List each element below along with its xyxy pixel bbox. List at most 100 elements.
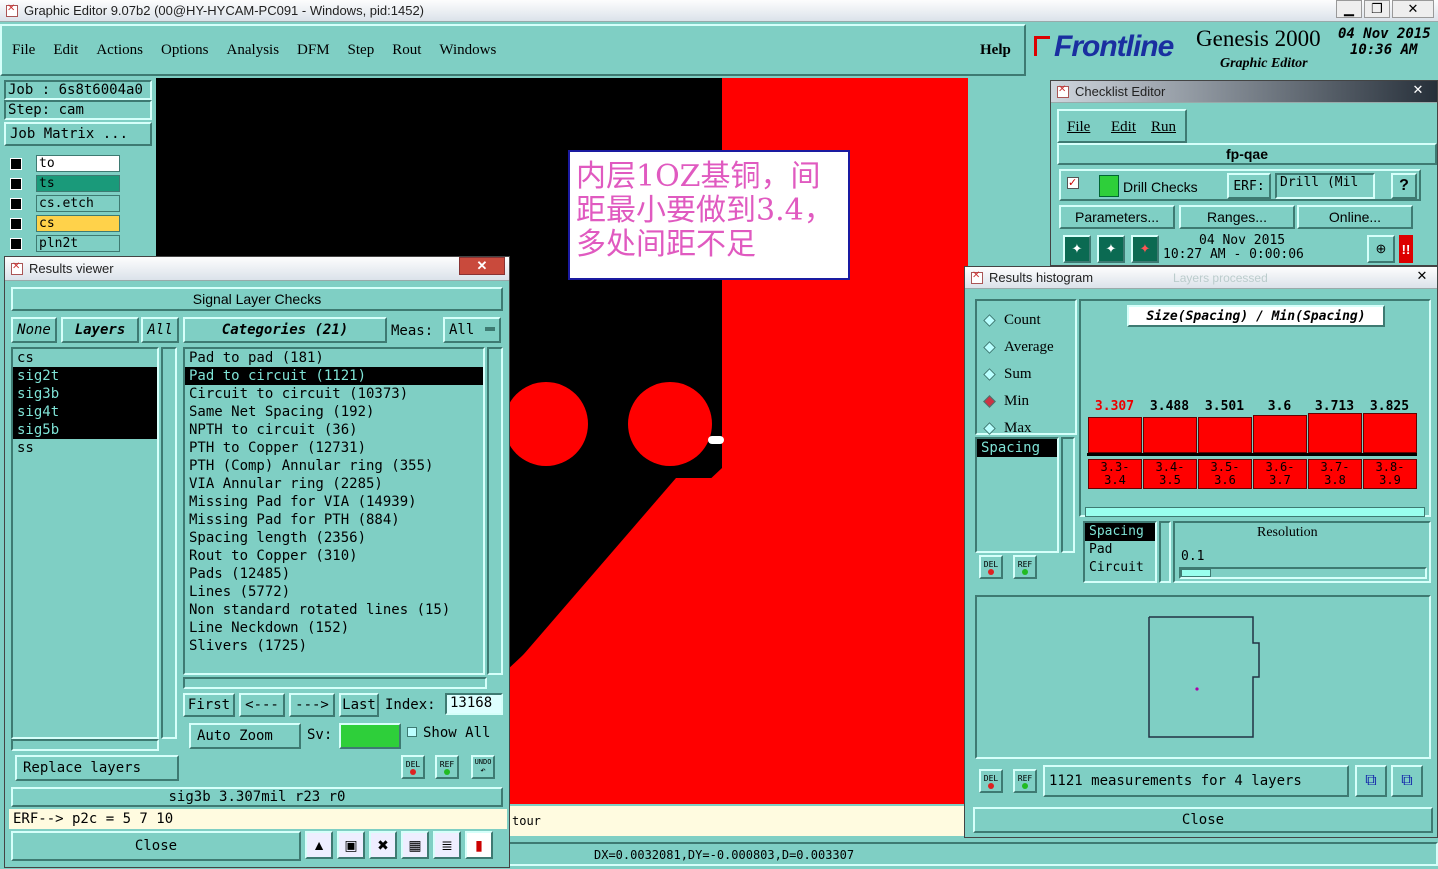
- histogram-bar[interactable]: [1088, 417, 1142, 453]
- next-button[interactable]: --->: [289, 693, 335, 717]
- none-button[interactable]: None: [11, 317, 57, 343]
- layer-row[interactable]: ts: [4, 174, 154, 193]
- category-item[interactable]: Pads (12485): [185, 565, 483, 583]
- layer-row[interactable]: pln2t: [4, 234, 154, 253]
- checklist-menu-edit[interactable]: Edit: [1111, 119, 1147, 135]
- menu-dfm[interactable]: DFM: [297, 42, 330, 59]
- category-item[interactable]: VIA Annular ring (2285): [185, 475, 483, 493]
- category-item[interactable]: Circuit to circuit (10373): [185, 385, 483, 403]
- layer-filter-item[interactable]: cs: [13, 349, 157, 367]
- layer-filter-item[interactable]: ss: [13, 439, 157, 457]
- menu-options[interactable]: Options: [161, 42, 209, 59]
- undo-button[interactable]: UNDO ↶: [471, 755, 495, 779]
- category-list[interactable]: Pad to pad (181) Pad to circuit (1121) Cir…: [183, 347, 485, 675]
- help-icon[interactable]: ?: [1391, 173, 1417, 199]
- meas-dropdown[interactable]: All: [443, 317, 501, 343]
- histogram-close-icon[interactable]: ✕: [1409, 267, 1435, 285]
- layer-filter-list[interactable]: cs sig2t sig3b sig4t sig5b ss: [11, 347, 159, 739]
- check-enabled-icon[interactable]: ✓: [1067, 177, 1079, 189]
- layer-toggle-icon[interactable]: [10, 237, 22, 250]
- resolution-slider[interactable]: [1179, 567, 1427, 579]
- layer-row[interactable]: to: [4, 154, 154, 173]
- online-button[interactable]: Online...: [1297, 205, 1413, 229]
- menu-windows[interactable]: Windows: [439, 42, 496, 59]
- slider-thumb[interactable]: [1181, 569, 1211, 577]
- category-list-scrollbar[interactable]: [487, 347, 503, 675]
- violation-marker[interactable]: [708, 436, 724, 444]
- last-button[interactable]: Last: [339, 693, 379, 717]
- sv-color-dropdown[interactable]: [339, 723, 401, 749]
- menu-rout[interactable]: Rout: [392, 42, 421, 59]
- first-button[interactable]: First: [183, 693, 235, 717]
- run-all-icon[interactable]: ✦: [1097, 235, 1125, 263]
- clear-tool-icon[interactable]: ✖: [369, 831, 397, 859]
- layer-toggle-icon[interactable]: [10, 157, 22, 170]
- ranges-button[interactable]: Ranges...: [1179, 205, 1295, 229]
- measure-item[interactable]: Pad: [1085, 541, 1155, 559]
- category-item[interactable]: Same Net Spacing (192): [185, 403, 483, 421]
- select-tool-icon[interactable]: ▦: [401, 831, 429, 859]
- notes-tool-icon[interactable]: ≣: [433, 831, 461, 859]
- menu-help[interactable]: Help: [980, 42, 1011, 59]
- measure-item[interactable]: Spacing: [1085, 523, 1155, 541]
- layer-filter-item[interactable]: sig5b: [13, 421, 157, 439]
- histogram-bar[interactable]: [1143, 417, 1197, 453]
- erf-value[interactable]: Drill (Mil: [1275, 173, 1375, 199]
- results-viewer-close-icon[interactable]: ✕: [459, 257, 505, 275]
- hist-ref-button[interactable]: REF: [1013, 555, 1037, 579]
- layer-list-hscrollbar[interactable]: [11, 739, 159, 751]
- zoom-icon[interactable]: ⊕: [1367, 235, 1395, 263]
- ref-button[interactable]: REF: [435, 755, 459, 779]
- category-item[interactable]: PTH (Comp) Annular ring (355): [185, 457, 483, 475]
- index-field[interactable]: 13168: [445, 693, 503, 715]
- layer-list-scrollbar[interactable]: [161, 347, 177, 739]
- option-average[interactable]: Average: [981, 334, 1075, 361]
- category-item[interactable]: Lines (5772): [185, 583, 483, 601]
- menu-analysis[interactable]: Analysis: [227, 42, 280, 59]
- categories-button[interactable]: Categories (21): [183, 317, 387, 343]
- radio-diamond-icon[interactable]: [983, 341, 996, 354]
- option-min[interactable]: Min: [981, 388, 1075, 415]
- histogram-close-button[interactable]: Close: [973, 807, 1433, 833]
- results-close-button[interactable]: Close: [11, 831, 301, 861]
- run-check-icon[interactable]: ✦: [1063, 235, 1091, 263]
- layer-filter-item[interactable]: sig3b: [13, 385, 157, 403]
- board-del-button[interactable]: DEL: [979, 769, 1003, 793]
- step-value[interactable]: cam: [59, 102, 84, 118]
- option-sum[interactable]: Sum: [981, 361, 1075, 388]
- report-tool-icon[interactable]: ▣: [337, 831, 365, 859]
- auto-zoom-dropdown[interactable]: Auto Zoom: [189, 723, 301, 749]
- job-matrix-button[interactable]: Job Matrix ...: [4, 122, 152, 146]
- radio-diamond-icon[interactable]: [983, 368, 996, 381]
- board-ref-button[interactable]: REF: [1013, 769, 1037, 793]
- layers-button[interactable]: Layers: [61, 317, 139, 343]
- layer-toggle-icon[interactable]: [10, 217, 22, 230]
- measure-list-scrollbar[interactable]: [1159, 521, 1171, 583]
- stop-check-icon[interactable]: ✦: [1131, 235, 1159, 263]
- radio-diamond-icon[interactable]: [983, 314, 996, 327]
- histogram-bar[interactable]: [1253, 415, 1307, 453]
- menu-step[interactable]: Step: [348, 42, 375, 59]
- category-item[interactable]: NPTH to circuit (36): [185, 421, 483, 439]
- prev-button[interactable]: <---: [239, 693, 285, 717]
- hist-del-button[interactable]: DEL: [979, 555, 1003, 579]
- close-window-button[interactable]: ✕: [1392, 0, 1434, 18]
- zoom-result-icon[interactable]: ⧉: [1391, 765, 1423, 797]
- category-list-hscrollbar[interactable]: [183, 677, 487, 689]
- histogram-item-spacing[interactable]: Spacing: [977, 439, 1057, 457]
- replace-layers-dropdown[interactable]: Replace layers: [15, 755, 179, 781]
- category-item[interactable]: Line Neckdown (152): [185, 619, 483, 637]
- layer-toggle-icon[interactable]: [10, 197, 22, 210]
- chart-hscrollbar[interactable]: [1085, 507, 1425, 517]
- category-item[interactable]: Pad to pad (181): [185, 349, 483, 367]
- category-item[interactable]: Non standard rotated lines (15): [185, 601, 483, 619]
- category-item[interactable]: PTH to Copper (12731): [185, 439, 483, 457]
- category-item[interactable]: Rout to Copper (310): [185, 547, 483, 565]
- radio-diamond-icon[interactable]: [983, 422, 996, 435]
- histogram-bar[interactable]: [1198, 417, 1252, 453]
- category-item[interactable]: Missing Pad for PTH (884): [185, 511, 483, 529]
- radio-diamond-icon[interactable]: [983, 395, 996, 408]
- histogram-bar[interactable]: [1308, 413, 1362, 453]
- parameters-button[interactable]: Parameters...: [1059, 205, 1175, 229]
- checklist-menu-run[interactable]: Run: [1151, 119, 1176, 135]
